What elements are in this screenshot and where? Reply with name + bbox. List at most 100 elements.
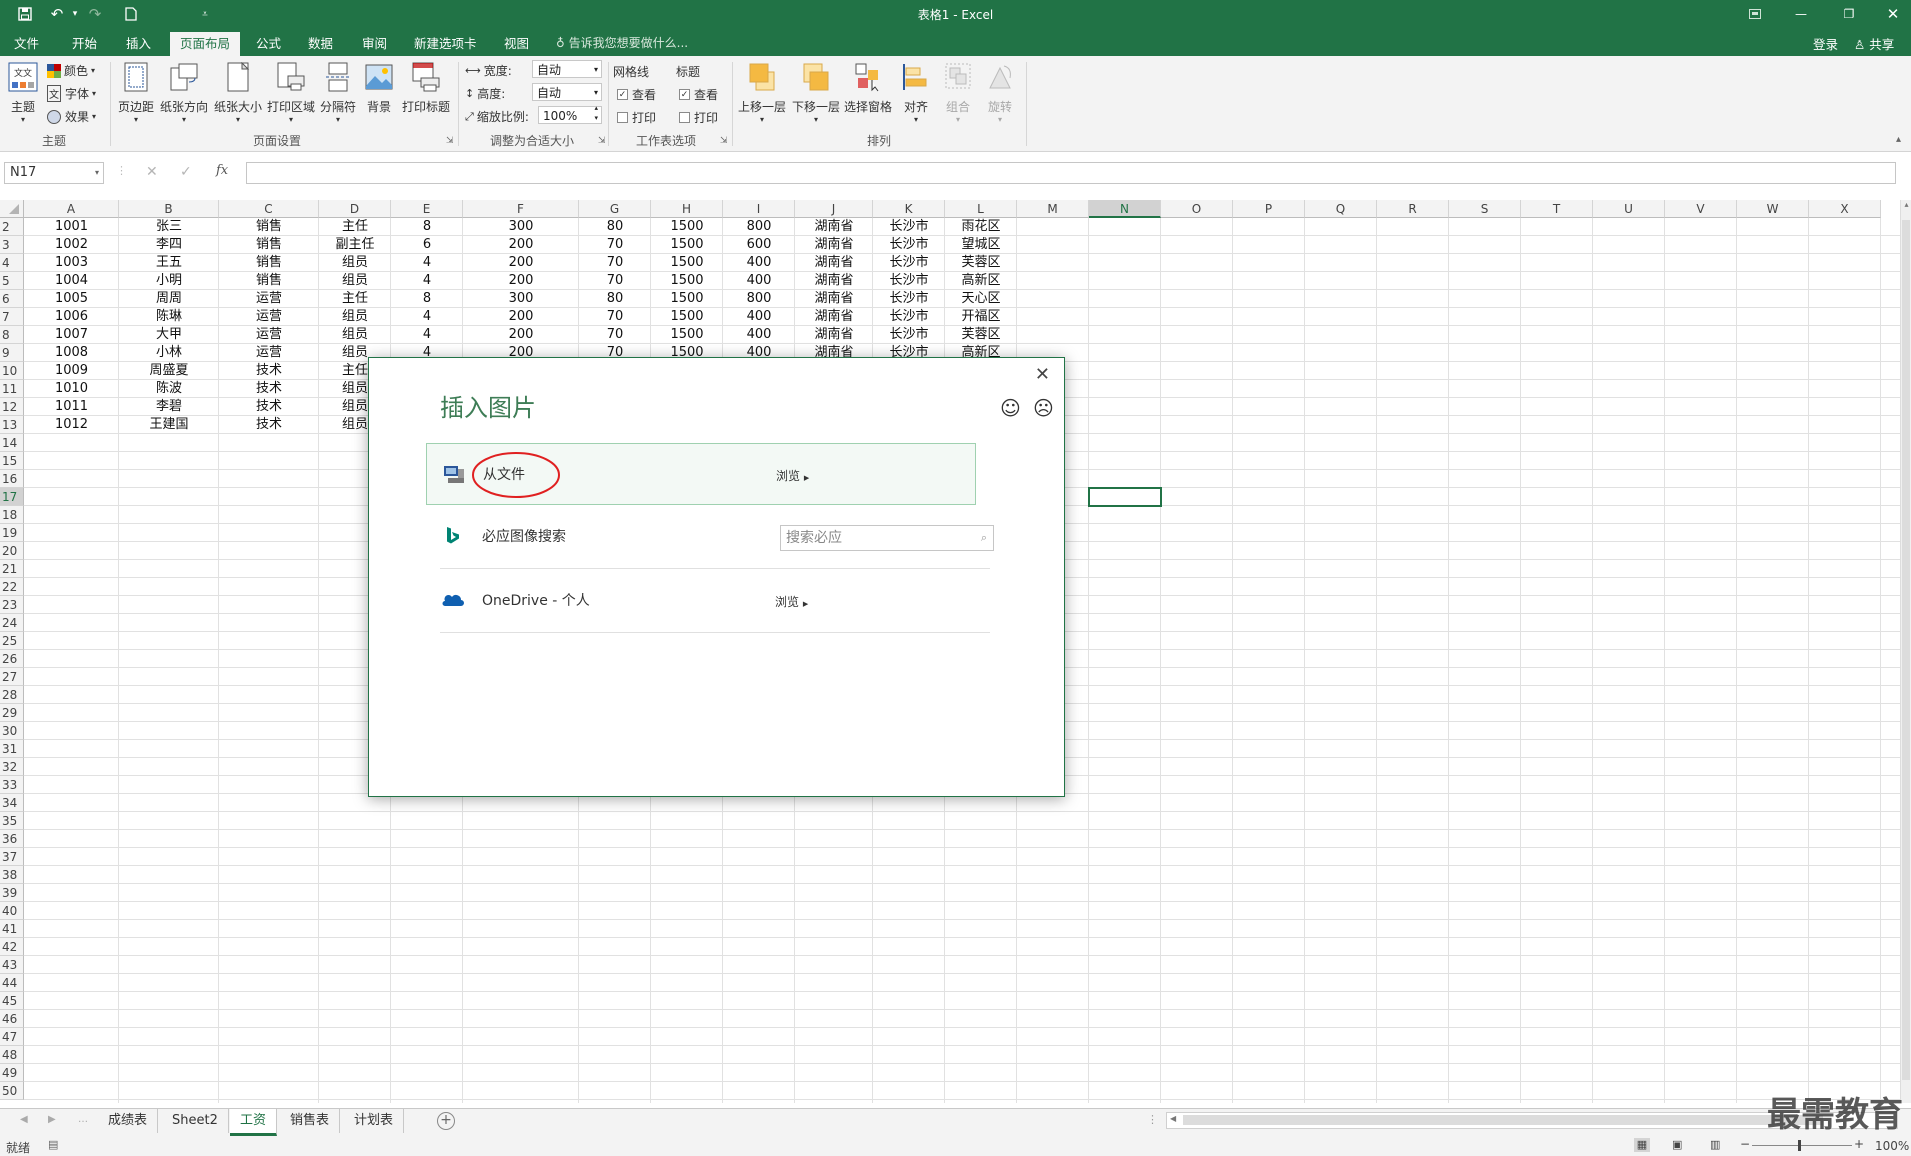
cell-B3[interactable]: 李四 [119, 236, 219, 254]
column-header-P[interactable]: P [1233, 200, 1305, 218]
cell-F6[interactable]: 300 [463, 290, 579, 308]
column-header-A[interactable]: A [24, 200, 119, 218]
row-header-39[interactable]: 39 [0, 884, 24, 902]
row-header-40[interactable]: 40 [0, 902, 24, 920]
cell-K4[interactable]: 长沙市 [873, 254, 945, 272]
row-header-6[interactable]: 6 [0, 290, 24, 308]
cell-H2[interactable]: 1500 [651, 218, 723, 236]
row-header-42[interactable]: 42 [0, 938, 24, 956]
cell-F7[interactable]: 200 [463, 308, 579, 326]
cell-C12[interactable]: 技术 [219, 398, 319, 416]
column-header-Q[interactable]: Q [1305, 200, 1377, 218]
row-header-16[interactable]: 16 [0, 470, 24, 488]
cell-H6[interactable]: 1500 [651, 290, 723, 308]
row-header-3[interactable]: 3 [0, 236, 24, 254]
column-header-C[interactable]: C [219, 200, 319, 218]
onedrive-row[interactable]: OneDrive - 个人 浏览 ▶ [426, 570, 976, 632]
zoom-out-icon[interactable]: − [1740, 1137, 1750, 1151]
row-header-30[interactable]: 30 [0, 722, 24, 740]
row-header-27[interactable]: 27 [0, 668, 24, 686]
column-header-V[interactable]: V [1665, 200, 1737, 218]
cell-B5[interactable]: 小明 [119, 272, 219, 290]
effects-button[interactable]: 效果 ▾ [47, 108, 96, 125]
column-header-F[interactable]: F [463, 200, 579, 218]
rotate-button[interactable]: 旋转 ▾ [980, 62, 1020, 124]
breaks-button[interactable]: 分隔符 ▾ [318, 62, 358, 124]
column-header-E[interactable]: E [391, 200, 463, 218]
cell-A9[interactable]: 1008 [24, 344, 119, 362]
cell-C6[interactable]: 运营 [219, 290, 319, 308]
cell-B6[interactable]: 周周 [119, 290, 219, 308]
cell-E4[interactable]: 4 [391, 254, 463, 272]
cell-B7[interactable]: 陈琳 [119, 308, 219, 326]
headings-print-checkbox[interactable]: 打印 [679, 109, 718, 126]
cancel-entry-icon[interactable]: ✕ [146, 164, 158, 180]
row-header-11[interactable]: 11 [0, 380, 24, 398]
close-window-icon[interactable]: ✕ [1880, 4, 1906, 24]
column-header-W[interactable]: W [1737, 200, 1809, 218]
cell-L5[interactable]: 高新区 [945, 272, 1017, 290]
size-button[interactable]: 纸张大小 ▾ [212, 61, 264, 124]
cell-D4[interactable]: 组员 [319, 254, 391, 272]
search-icon[interactable]: ⌕ [981, 526, 987, 550]
name-box[interactable]: N17 ▾ [4, 162, 104, 184]
cell-I5[interactable]: 400 [723, 272, 795, 290]
cell-G8[interactable]: 70 [579, 326, 651, 344]
cell-G5[interactable]: 70 [579, 272, 651, 290]
cell-B2[interactable]: 张三 [119, 218, 219, 236]
frown-feedback-icon[interactable]: ☹ [1033, 396, 1054, 420]
tell-me-box[interactable]: ♁ 告诉我您想要做什么... [556, 34, 688, 51]
tab-home[interactable]: 开始 [62, 32, 107, 56]
cell-J5[interactable]: 湖南省 [795, 272, 873, 290]
column-header-L[interactable]: L [945, 200, 1017, 218]
row-header-50[interactable]: 50 [0, 1082, 24, 1100]
cell-L8[interactable]: 芙蓉区 [945, 326, 1017, 344]
scroll-up-icon[interactable]: ▴ [1901, 200, 1911, 209]
cell-G7[interactable]: 70 [579, 308, 651, 326]
cell-L4[interactable]: 芙蓉区 [945, 254, 1017, 272]
column-header-O[interactable]: O [1161, 200, 1233, 218]
column-header-D[interactable]: D [319, 200, 391, 218]
height-dropdown[interactable]: 自动 ▾ [532, 83, 602, 101]
column-header-I[interactable]: I [723, 200, 795, 218]
cell-G3[interactable]: 70 [579, 236, 651, 254]
tab-view[interactable]: 视图 [494, 32, 539, 56]
cell-C2[interactable]: 销售 [219, 218, 319, 236]
row-header-28[interactable]: 28 [0, 686, 24, 704]
sheet-tab-salary[interactable]: 工资 [230, 1109, 278, 1136]
cell-E2[interactable]: 8 [391, 218, 463, 236]
next-sheet-icon[interactable]: ▶ [48, 1114, 56, 1125]
row-header-41[interactable]: 41 [0, 920, 24, 938]
tab-page-layout[interactable]: 页面布局 [170, 32, 241, 56]
row-header-20[interactable]: 20 [0, 542, 24, 560]
fonts-button[interactable]: 文 字体 ▾ [47, 85, 96, 102]
row-header-22[interactable]: 22 [0, 578, 24, 596]
cell-A3[interactable]: 1002 [24, 236, 119, 254]
cell-K3[interactable]: 长沙市 [873, 236, 945, 254]
margins-button[interactable]: 页边距 ▾ [116, 62, 156, 124]
cell-D8[interactable]: 组员 [319, 326, 391, 344]
cell-D5[interactable]: 组员 [319, 272, 391, 290]
row-header-36[interactable]: 36 [0, 830, 24, 848]
row-header-34[interactable]: 34 [0, 794, 24, 812]
row-header-44[interactable]: 44 [0, 974, 24, 992]
row-header-8[interactable]: 8 [0, 326, 24, 344]
minimize-icon[interactable]: — [1788, 4, 1814, 24]
cell-E8[interactable]: 4 [391, 326, 463, 344]
cell-D6[interactable]: 主任 [319, 290, 391, 308]
row-header-21[interactable]: 21 [0, 560, 24, 578]
cell-J8[interactable]: 湖南省 [795, 326, 873, 344]
tab-review[interactable]: 审阅 [352, 32, 397, 56]
themes-button[interactable]: 文文 主题 ▾ [6, 62, 40, 124]
row-header-49[interactable]: 49 [0, 1064, 24, 1082]
column-header-J[interactable]: J [795, 200, 873, 218]
orientation-button[interactable]: 纸张方向 ▾ [158, 62, 210, 124]
sheet-tab-plan[interactable]: 计划表 [344, 1109, 405, 1133]
column-header-U[interactable]: U [1593, 200, 1665, 218]
macro-record-icon[interactable]: ▤ [48, 1138, 58, 1151]
sheet-tab-scores[interactable]: 成绩表 [98, 1109, 159, 1133]
active-cell[interactable] [1088, 487, 1162, 507]
row-header-38[interactable]: 38 [0, 866, 24, 884]
row-header-2[interactable]: 2 [0, 218, 24, 236]
cell-A8[interactable]: 1007 [24, 326, 119, 344]
